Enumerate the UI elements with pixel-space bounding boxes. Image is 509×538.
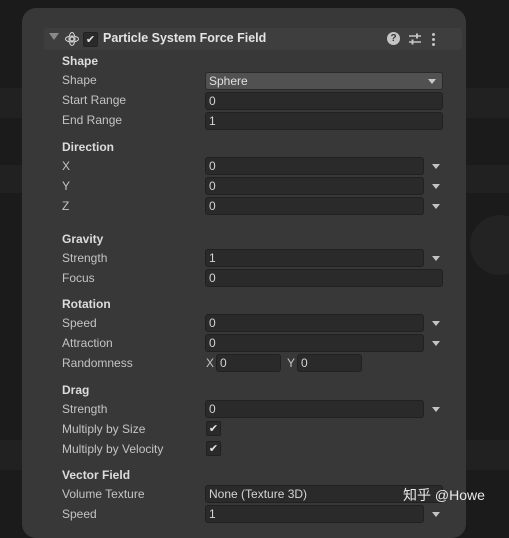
multiply-by-velocity-checkbox[interactable]: ✔ <box>206 441 221 456</box>
volume-texture-label: Volume Texture <box>62 487 145 501</box>
rotation-attraction-mode-arrow-icon[interactable] <box>432 341 440 346</box>
multiply-by-velocity-label: Multiply by Velocity <box>62 442 164 456</box>
direction-x-label: X <box>62 159 71 173</box>
rotation-speed-mode-arrow-icon[interactable] <box>432 321 440 326</box>
component-header[interactable]: ✔ Particle System Force Field ? <box>44 28 462 50</box>
randomness-y-label: Y <box>287 356 296 370</box>
direction-x-mode-arrow-icon[interactable] <box>432 164 440 169</box>
randomness-x-field[interactable]: 0 <box>216 354 281 372</box>
randomness-y-field[interactable]: 0 <box>297 354 362 372</box>
shape-dropdown-value: Sphere <box>209 74 248 88</box>
foldout-arrow-icon[interactable] <box>49 33 59 40</box>
gravity-focus-field[interactable]: 0 <box>205 269 443 287</box>
vector-speed-field[interactable]: 1 <box>205 505 424 523</box>
direction-y-label: Y <box>62 179 71 193</box>
gravity-strength-mode-arrow-icon[interactable] <box>432 256 440 261</box>
direction-y-mode-arrow-icon[interactable] <box>432 184 440 189</box>
section-rotation: Rotation <box>62 297 111 311</box>
start-range-field[interactable]: 0 <box>205 92 443 110</box>
chevron-down-icon <box>428 79 436 84</box>
section-drag: Drag <box>62 383 90 397</box>
rotation-speed-label: Speed <box>62 316 97 330</box>
vector-speed-label: Speed <box>62 507 97 521</box>
preset-icon[interactable] <box>408 31 422 47</box>
section-direction: Direction <box>62 140 115 154</box>
rotation-attraction-label: Attraction <box>62 336 113 350</box>
section-gravity: Gravity <box>62 232 104 246</box>
watermark: 知乎 @Howe <box>403 487 485 503</box>
direction-z-label: Z <box>62 199 70 213</box>
direction-y-field[interactable]: 0 <box>205 177 424 195</box>
rotation-attraction-field[interactable]: 0 <box>205 334 424 352</box>
rotation-speed-field[interactable]: 0 <box>205 314 424 332</box>
drag-strength-field[interactable]: 0 <box>205 400 424 418</box>
multiply-by-size-label: Multiply by Size <box>62 422 146 436</box>
section-shape: Shape <box>62 54 99 68</box>
gravity-focus-label: Focus <box>62 271 95 285</box>
shape-label: Shape <box>62 73 97 87</box>
help-icon[interactable]: ? <box>387 32 400 45</box>
direction-z-field[interactable]: 0 <box>205 197 424 215</box>
drag-strength-mode-arrow-icon[interactable] <box>432 407 440 412</box>
end-range-field[interactable]: 1 <box>205 112 443 130</box>
multiply-by-size-checkbox[interactable]: ✔ <box>206 421 221 436</box>
rotation-randomness-label: Randomness <box>62 356 133 370</box>
randomness-x-label: X <box>206 356 215 370</box>
gravity-strength-field[interactable]: 1 <box>205 249 424 267</box>
component-enabled-checkbox[interactable]: ✔ <box>83 32 98 47</box>
background-shape <box>470 215 509 275</box>
start-range-label: Start Range <box>62 93 127 107</box>
direction-x-field[interactable]: 0 <box>205 157 424 175</box>
gravity-strength-label: Strength <box>62 251 108 265</box>
component-title: Particle System Force Field <box>103 31 267 45</box>
end-range-label: End Range <box>62 113 123 127</box>
context-menu-icon[interactable] <box>428 31 438 47</box>
force-field-icon <box>65 32 79 46</box>
shape-dropdown[interactable]: Sphere <box>205 72 443 90</box>
drag-strength-label: Strength <box>62 402 108 416</box>
direction-z-mode-arrow-icon[interactable] <box>432 204 440 209</box>
section-vector-field: Vector Field <box>62 468 131 482</box>
inspector-panel: ✔ Particle System Force Field ? Shape Sh… <box>22 8 466 538</box>
